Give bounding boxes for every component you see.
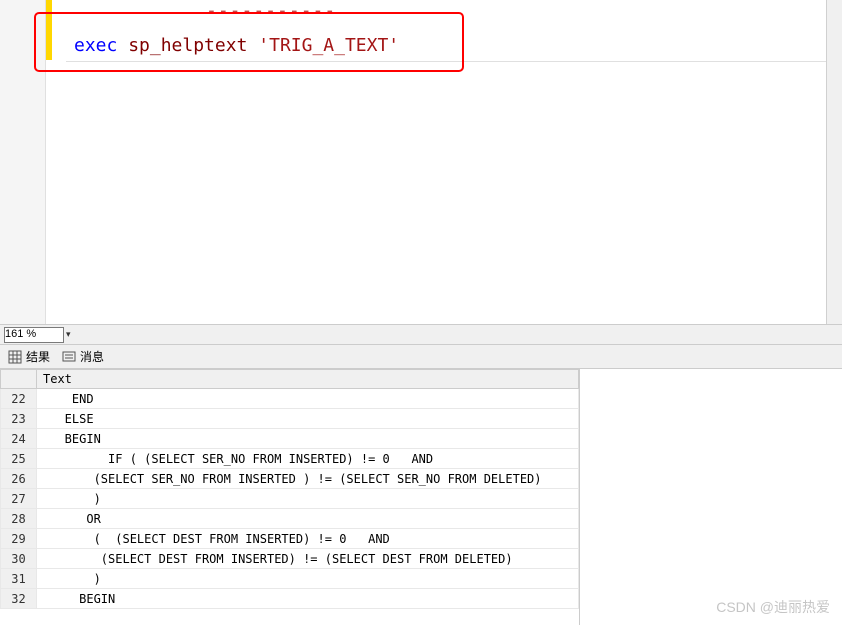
results-pane: Text 22 END 23 ELSE 24 BEGIN 25 IF ( (SE… bbox=[0, 369, 842, 625]
results-table: Text 22 END 23 ELSE 24 BEGIN 25 IF ( (SE… bbox=[0, 369, 579, 609]
table-row[interactable]: 28 OR bbox=[1, 509, 579, 529]
row-number[interactable]: 23 bbox=[1, 409, 37, 429]
comment-dashes: ----------- bbox=[206, 0, 336, 21]
tab-messages-label: 消息 bbox=[80, 348, 104, 365]
column-header-text[interactable]: Text bbox=[37, 370, 579, 389]
cell-text[interactable]: (SELECT SER_NO FROM INSERTED ) != (SELEC… bbox=[37, 469, 579, 489]
results-tabs: 结果 消息 bbox=[0, 345, 842, 369]
table-row[interactable]: 25 IF ( (SELECT SER_NO FROM INSERTED) !=… bbox=[1, 449, 579, 469]
zoom-dropdown-icon[interactable]: ▾ bbox=[66, 329, 71, 340]
procedure-name: sp_helptext bbox=[128, 35, 247, 56]
cell-text[interactable]: IF ( (SELECT SER_NO FROM INSERTED) != 0 … bbox=[37, 449, 579, 469]
cell-text[interactable]: ELSE bbox=[37, 409, 579, 429]
tab-messages[interactable]: 消息 bbox=[62, 348, 104, 365]
tab-results-label: 结果 bbox=[26, 348, 50, 365]
results-empty-area bbox=[580, 369, 842, 625]
row-number[interactable]: 31 bbox=[1, 569, 37, 589]
results-grid[interactable]: Text 22 END 23 ELSE 24 BEGIN 25 IF ( (SE… bbox=[0, 369, 580, 625]
table-row[interactable]: 31 ) bbox=[1, 569, 579, 589]
row-number[interactable]: 28 bbox=[1, 509, 37, 529]
messages-icon bbox=[62, 350, 76, 364]
zoom-value: 161 % bbox=[5, 328, 36, 340]
cell-text[interactable]: (SELECT DEST FROM INSERTED) != (SELECT D… bbox=[37, 549, 579, 569]
row-number[interactable]: 26 bbox=[1, 469, 37, 489]
code-line: exec sp_helptext 'TRIG_A_TEXT' bbox=[74, 34, 834, 58]
cell-text[interactable]: BEGIN bbox=[37, 429, 579, 449]
cell-text[interactable]: OR bbox=[37, 509, 579, 529]
corner-header[interactable] bbox=[1, 370, 37, 389]
row-number[interactable]: 30 bbox=[1, 549, 37, 569]
editor-gutter bbox=[0, 0, 46, 324]
table-row[interactable]: 27 ) bbox=[1, 489, 579, 509]
editor-scrollbar[interactable] bbox=[826, 0, 842, 324]
row-number[interactable]: 32 bbox=[1, 589, 37, 609]
tab-results[interactable]: 结果 bbox=[8, 348, 50, 365]
string-literal: 'TRIG_A_TEXT' bbox=[258, 35, 399, 56]
table-row[interactable]: 32 BEGIN bbox=[1, 589, 579, 609]
change-marker bbox=[46, 0, 52, 60]
table-row[interactable]: 24 BEGIN bbox=[1, 429, 579, 449]
cell-text[interactable]: END bbox=[37, 389, 579, 409]
code-area[interactable]: ----------- exec sp_helptext 'TRIG_A_TEX… bbox=[66, 0, 842, 324]
zoom-selector[interactable]: 161 % bbox=[4, 327, 64, 343]
row-number[interactable]: 22 bbox=[1, 389, 37, 409]
sql-editor-pane: ----------- exec sp_helptext 'TRIG_A_TEX… bbox=[0, 0, 842, 325]
cell-text[interactable]: ) bbox=[37, 569, 579, 589]
zoom-bar: 161 % ▾ bbox=[0, 325, 842, 345]
grid-icon bbox=[8, 350, 22, 364]
table-row[interactable]: 26 (SELECT SER_NO FROM INSERTED ) != (SE… bbox=[1, 469, 579, 489]
table-row[interactable]: 29 ( (SELECT DEST FROM INSERTED) != 0 AN… bbox=[1, 529, 579, 549]
editor-line-divider bbox=[66, 61, 842, 62]
table-row[interactable]: 23 ELSE bbox=[1, 409, 579, 429]
cell-text[interactable]: ( (SELECT DEST FROM INSERTED) != 0 AND bbox=[37, 529, 579, 549]
keyword-exec: exec bbox=[74, 35, 117, 56]
row-number[interactable]: 27 bbox=[1, 489, 37, 509]
cell-text[interactable]: BEGIN bbox=[37, 589, 579, 609]
cell-text[interactable]: ) bbox=[37, 489, 579, 509]
table-row[interactable]: 22 END bbox=[1, 389, 579, 409]
editor-margin bbox=[46, 0, 66, 324]
table-row[interactable]: 30 (SELECT DEST FROM INSERTED) != (SELEC… bbox=[1, 549, 579, 569]
row-number[interactable]: 29 bbox=[1, 529, 37, 549]
row-number[interactable]: 24 bbox=[1, 429, 37, 449]
row-number[interactable]: 25 bbox=[1, 449, 37, 469]
